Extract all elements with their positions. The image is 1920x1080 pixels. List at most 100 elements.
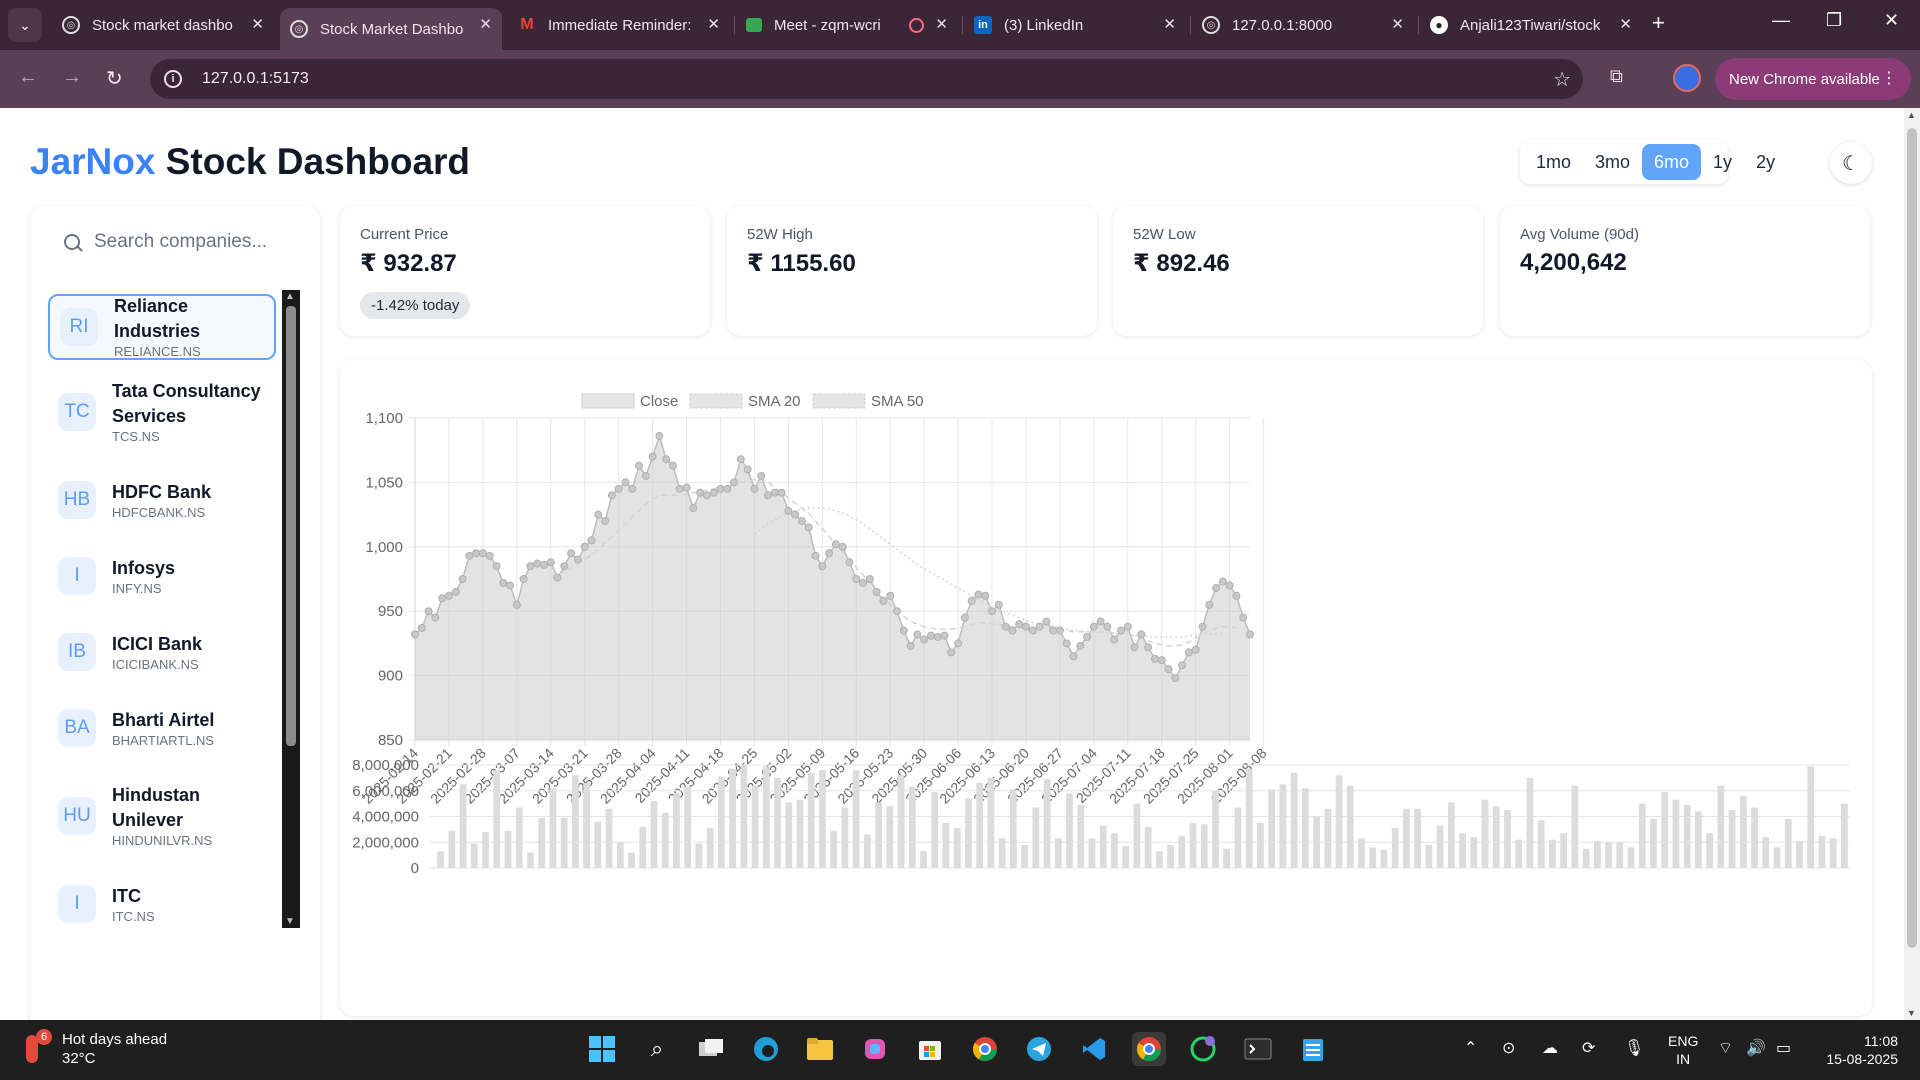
company-item-hul[interactable]: HU Hindustan Unilever HINDUNILVR.NS	[48, 774, 276, 858]
site-info-icon[interactable]: i	[164, 70, 182, 88]
tab-separator	[1418, 16, 1419, 34]
range-1y-button[interactable]: 1y	[1701, 144, 1744, 180]
close-point	[730, 478, 739, 487]
edge-icon[interactable]	[749, 1032, 783, 1066]
range-6mo-button[interactable]: 6mo	[1642, 144, 1702, 180]
scroll-down-arrow-icon[interactable]: ▼	[285, 916, 295, 927]
search-icon[interactable]: ⌕	[640, 1032, 674, 1066]
weather-widget[interactable]: 6 Hot days ahead 32°C	[26, 1029, 168, 1068]
tab-title: Immediate Reminder:	[548, 16, 692, 34]
notepad-icon[interactable]	[1296, 1032, 1330, 1066]
tab-linkedin[interactable]: in (3) LinkedIn ✕	[964, 8, 1186, 42]
update-label: New Chrome available	[1729, 70, 1880, 88]
search-input[interactable]	[94, 231, 284, 253]
close-window-icon[interactable]: ✕	[1884, 10, 1899, 31]
reload-icon[interactable]: ↻	[106, 66, 123, 91]
company-symbol: INFY.NS	[112, 580, 162, 596]
company-item-infosys[interactable]: I Infosys INFY.NS	[48, 546, 276, 606]
company-item-itc[interactable]: I ITC ITC.NS	[48, 874, 276, 926]
volume-bar	[1391, 828, 1399, 868]
omnibox[interactable]: i 127.0.0.1:5173 ☆	[150, 59, 1583, 99]
card-value: ₹ 1155.60	[747, 250, 856, 277]
tab-stock-dashboard-2[interactable]: ◎ Stock Market Dashbo ✕	[280, 8, 502, 50]
scroll-down-arrow-icon[interactable]: ▼	[1907, 1008, 1916, 1018]
url-text[interactable]: 127.0.0.1:5173	[202, 70, 309, 88]
file-explorer-icon[interactable]	[803, 1032, 837, 1066]
bookmark-star-icon[interactable]: ☆	[1553, 67, 1571, 92]
battery-icon[interactable]: ▭	[1776, 1038, 1791, 1058]
theme-toggle-button[interactable]: ☾	[1830, 142, 1872, 184]
close-icon[interactable]: ✕	[935, 15, 948, 33]
tab-stock-dashboard-1[interactable]: ◎ Stock market dashbo ✕	[52, 8, 274, 42]
close-icon[interactable]: ✕	[1619, 15, 1632, 33]
tab-meet[interactable]: Meet - zqm-wcri ✕	[736, 8, 958, 42]
close-icon[interactable]: ✕	[707, 15, 720, 33]
microsoft-store-icon[interactable]	[913, 1032, 947, 1066]
y-tick-label: 900	[378, 668, 403, 685]
y-tick-label: 850	[378, 732, 403, 749]
page-scrollbar[interactable]: ▲ ▼	[1904, 108, 1920, 1020]
task-view-icon[interactable]	[694, 1032, 728, 1066]
range-1mo-button[interactable]: 1mo	[1524, 144, 1583, 180]
microphone-icon[interactable]: 🎙	[1624, 1038, 1644, 1058]
terminal-icon[interactable]	[1241, 1032, 1275, 1066]
weather-badge: 6	[36, 1029, 52, 1045]
restore-icon[interactable]: ❐	[1826, 10, 1842, 31]
card-label: Avg Volume (90d)	[1520, 226, 1639, 243]
scroll-up-arrow-icon[interactable]: ▲	[1907, 110, 1916, 120]
system-clock[interactable]: 11:08 15-08-2025	[1818, 1032, 1898, 1068]
company-item-reliance[interactable]: RI Reliance Industries RELIANCE.NS	[48, 294, 276, 360]
close-point	[533, 559, 542, 568]
new-tab-plus-icon[interactable]: +	[1652, 10, 1665, 36]
close-point	[689, 504, 698, 513]
wifi-icon[interactable]: ⌔	[1718, 1038, 1733, 1058]
tab-github[interactable]: ● Anjali123Tiwari/stock ✕	[1420, 8, 1642, 42]
scrollbar-thumb[interactable]	[286, 306, 296, 746]
company-item-icici[interactable]: IB ICICI Bank ICICIBANK.NS	[48, 622, 276, 682]
kebab-menu-icon[interactable]: ⋮	[1881, 68, 1897, 88]
company-list-scrollbar[interactable]: ▲ ▼	[282, 290, 300, 928]
company-item-hdfc[interactable]: HB HDFC Bank HDFCBANK.NS	[48, 470, 276, 530]
close-point	[451, 587, 460, 596]
volume-icon[interactable]: 🔊	[1746, 1038, 1766, 1058]
close-icon[interactable]: ✕	[479, 15, 492, 33]
extensions-puzzle-icon[interactable]: ⧉	[1610, 66, 1623, 87]
whatsapp-icon[interactable]	[1186, 1032, 1220, 1066]
chrome-active-icon[interactable]	[1132, 1032, 1166, 1066]
windows-start-icon[interactable]	[585, 1032, 619, 1066]
company-name: ITC	[112, 885, 141, 906]
chevron-up-icon[interactable]: ⌃	[1464, 1038, 1477, 1058]
cloud-icon[interactable]: ☁	[1542, 1038, 1558, 1058]
company-name: HDFC Bank	[112, 481, 212, 502]
range-2y-button[interactable]: 2y	[1744, 144, 1787, 180]
close-icon[interactable]: ✕	[1163, 15, 1176, 33]
globe-icon: ◎	[1202, 16, 1220, 34]
forward-arrow-icon[interactable]: →	[62, 66, 82, 89]
weather-title: Hot days ahead	[62, 1031, 168, 1048]
scrollbar-thumb[interactable]	[1907, 128, 1917, 948]
copilot-icon[interactable]	[858, 1032, 892, 1066]
telegram-icon[interactable]	[1022, 1032, 1056, 1066]
back-arrow-icon[interactable]: ←	[18, 66, 38, 89]
price-volume-chart[interactable]: Close SMA 20 SMA 50 850 900 950 1,000 1,050 1,10…	[340, 360, 1872, 1016]
language-indicator[interactable]: ENG IN	[1668, 1032, 1698, 1068]
tab-gmail[interactable]: M Immediate Reminder: ✕	[508, 8, 730, 42]
minimize-icon[interactable]: —	[1772, 10, 1790, 31]
volume-bar	[1571, 785, 1579, 868]
onedrive-icon[interactable]: ⊙	[1502, 1038, 1515, 1058]
tab-localhost-8000[interactable]: ◎ 127.0.0.1:8000 ✕	[1192, 8, 1414, 42]
tab-search-button[interactable]: ⌄	[8, 8, 42, 42]
scroll-up-arrow-icon[interactable]: ▲	[285, 291, 295, 302]
company-list: RI Reliance Industries RELIANCE.NS TC Tat…	[48, 286, 282, 926]
profile-avatar[interactable]	[1673, 64, 1701, 92]
company-item-bharti[interactable]: BA Bharti Airtel BHARTIARTL.NS	[48, 698, 276, 758]
new-chrome-available-button[interactable]: New Chrome available ⋮	[1715, 58, 1911, 100]
close-icon[interactable]: ✕	[251, 15, 264, 33]
close-icon[interactable]: ✕	[1391, 15, 1404, 33]
volume-bar	[1436, 825, 1444, 868]
chrome-icon[interactable]	[968, 1032, 1002, 1066]
vscode-icon[interactable]	[1077, 1032, 1111, 1066]
range-3mo-button[interactable]: 3mo	[1583, 144, 1642, 180]
company-item-tcs[interactable]: TC Tata Consultancy Services TCS.NS	[48, 370, 276, 454]
sync-icon[interactable]: ⟳	[1582, 1038, 1595, 1058]
